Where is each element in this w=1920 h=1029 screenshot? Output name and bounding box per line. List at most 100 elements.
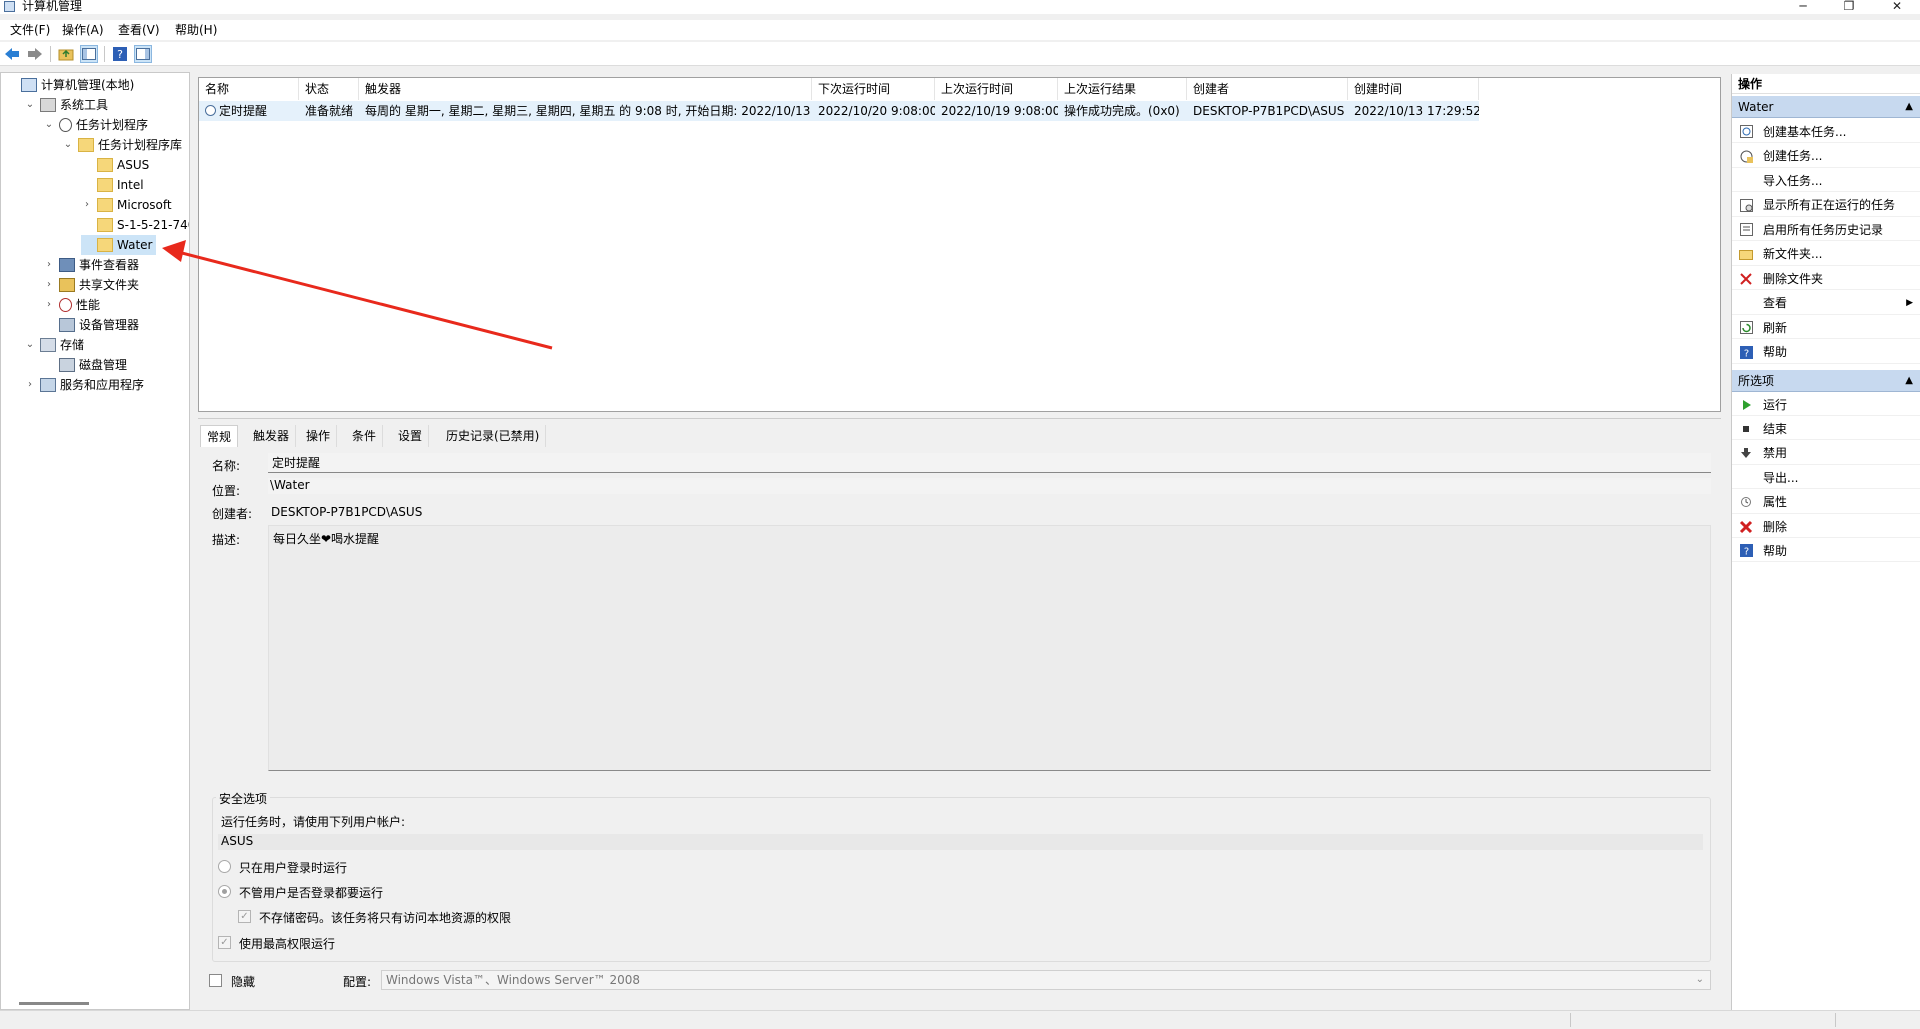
actions-section-selected[interactable]: 所选项 ▲ [1732, 370, 1920, 392]
horizontal-scrollbar[interactable] [19, 1002, 89, 1005]
expand-chevron-icon[interactable]: › [43, 275, 55, 295]
tree-item[interactable]: › 共享文件夹 [43, 275, 139, 295]
expand-chevron-icon[interactable]: › [24, 375, 36, 395]
action-item-label: 帮助 [1763, 543, 1788, 558]
tree-item[interactable]: 磁盘管理 [43, 355, 127, 375]
tree-item[interactable]: 计算机管理(本地) [5, 75, 134, 95]
action-item[interactable]: ? 帮助 [1732, 540, 1920, 563]
tree-item[interactable]: › 服务和应用程序 [24, 375, 144, 395]
tab-general[interactable]: 常规 [200, 425, 239, 447]
hidden-label: 隐藏 [231, 975, 256, 989]
tab-conditions[interactable]: 条件 [346, 425, 384, 447]
column-trigger[interactable]: 触发器 [359, 78, 812, 100]
run-logged-on-label: 只在用户登录时运行 [239, 861, 348, 875]
tree-item[interactable]: ASUS [81, 155, 149, 175]
show-hide-tree-icon[interactable] [80, 45, 98, 63]
menu-view[interactable]: 查看(V) [118, 22, 160, 38]
action-item[interactable]: 运行 [1732, 394, 1920, 416]
expand-chevron-icon[interactable]: › [43, 295, 55, 315]
tree-item[interactable]: › 性能 [43, 295, 100, 315]
radio-run-whether-logged-on[interactable] [218, 885, 231, 898]
checkbox-highest-privileges[interactable]: ✓ [218, 936, 231, 949]
actions-section-water[interactable]: Water ▲ [1732, 96, 1920, 118]
tree-item[interactable]: 设备管理器 [43, 315, 139, 335]
forward-icon[interactable] [26, 45, 44, 63]
basic-task-icon [1739, 125, 1753, 139]
action-item[interactable]: 导出... [1732, 467, 1920, 490]
expand-chevron-icon[interactable]: ⌄ [43, 115, 55, 135]
tree-item[interactable]: ⌄ 任务计划程序 [43, 115, 148, 135]
tree-item[interactable]: Intel [81, 175, 144, 195]
checkbox-hidden[interactable] [209, 974, 222, 987]
tree-item[interactable]: › Microsoft [81, 195, 172, 215]
tab-actions[interactable]: 操作 [300, 425, 338, 447]
action-item[interactable]: 结束 [1732, 418, 1920, 441]
up-folder-icon[interactable] [57, 45, 75, 63]
location-value: \Water [268, 478, 1711, 494]
config-select[interactable]: Windows Vista™、Windows Server™ 2008 ⌄ [381, 970, 1711, 990]
expand-chevron-icon[interactable]: › [43, 255, 55, 275]
storage-icon [40, 338, 56, 352]
menu-help[interactable]: 帮助(H) [175, 22, 217, 38]
maximize-button[interactable]: ❐ [1826, 0, 1872, 14]
action-item[interactable]: ? 帮助 [1732, 342, 1920, 364]
action-item[interactable]: 显示所有正在运行的任务 [1732, 195, 1920, 217]
menu-file[interactable]: 文件(F) [10, 22, 50, 38]
column-last-result[interactable]: 上次运行结果 [1058, 78, 1187, 100]
tree-item[interactable]: ⌄ 任务计划程序库 [62, 135, 182, 155]
column-next-run[interactable]: 下次运行时间 [812, 78, 935, 100]
navigation-tree: 计算机管理(本地) ⌄ 系统工具 ⌄ 任务计划程序 ⌄ 任务计划程序库 ASUS Intel › M… [0, 72, 190, 1010]
tab-triggers[interactable]: 触发器 [247, 425, 297, 447]
no-icon [1739, 471, 1753, 485]
description-field[interactable]: 每日久坐❤喝水提醒 [268, 525, 1711, 771]
expand-chevron-icon[interactable]: ⌄ [24, 335, 36, 355]
task-details: 常规 触发器 操作 条件 设置 历史记录(已禁用) 名称: 定时提醒 位置: \… [198, 418, 1721, 1001]
minimize-button[interactable]: ─ [1780, 0, 1826, 14]
action-item[interactable]: 启用所有任务历史记录 [1732, 219, 1920, 241]
action-item[interactable]: 新文件夹... [1732, 244, 1920, 266]
expand-chevron-icon[interactable]: ⌄ [24, 95, 36, 115]
close-button[interactable]: ✕ [1874, 0, 1920, 14]
tree-item[interactable]: ⌄ 系统工具 [24, 95, 108, 115]
expand-chevron-icon[interactable]: › [81, 195, 93, 215]
tree-item[interactable]: › 事件查看器 [43, 255, 139, 275]
column-created[interactable]: 创建时间 [1348, 78, 1479, 100]
collapse-icon[interactable]: ▲ [1905, 370, 1913, 392]
column-author[interactable]: 创建者 [1187, 78, 1348, 100]
run-as-user: ASUS [218, 834, 1703, 850]
action-item[interactable]: 属性 [1732, 492, 1920, 514]
column-status[interactable]: 状态 [299, 78, 359, 100]
table-row[interactable]: 定时提醒 准备就绪 每周的 星期一, 星期二, 星期三, 星期四, 星期五 的 … [199, 101, 1479, 121]
action-item[interactable]: 刷新 [1732, 317, 1920, 339]
tree-item-label: Intel [117, 178, 144, 192]
action-item[interactable]: 导入任务... [1732, 170, 1920, 192]
checkbox-no-store-password[interactable]: ✓ [238, 910, 251, 923]
tree-item[interactable]: Water [81, 235, 157, 255]
tab-history[interactable]: 历史记录(已禁用) [440, 425, 547, 447]
expand-chevron-icon[interactable]: ⌄ [62, 135, 74, 155]
column-last-run[interactable]: 上次运行时间 [935, 78, 1058, 100]
action-pane-icon[interactable] [134, 45, 152, 63]
radio-run-logged-on[interactable] [218, 860, 231, 873]
action-item[interactable]: 创建基本任务... [1732, 121, 1920, 143]
action-item[interactable]: 删除文件夹 [1732, 268, 1920, 290]
shared-folder-icon [59, 278, 75, 292]
tab-settings[interactable]: 设置 [392, 425, 430, 447]
help-icon[interactable]: ? [111, 45, 129, 63]
collapse-icon[interactable]: ▲ [1905, 96, 1913, 118]
task-created: 2022/10/13 17:29:52 [1354, 104, 1479, 118]
menu-action[interactable]: 操作(A) [62, 22, 104, 38]
action-item[interactable]: 查看 ▶ [1732, 293, 1920, 315]
task-list-header: 名称 状态 触发器 下次运行时间 上次运行时间 上次运行结果 创建者 创建时间 [199, 78, 1720, 100]
action-item[interactable]: 创建任务... [1732, 146, 1920, 168]
name-field[interactable]: 定时提醒 [268, 453, 1711, 473]
tree-item-label: 性能 [76, 298, 101, 312]
tree-item[interactable]: S-1-5-21-74088 [81, 215, 189, 235]
column-name[interactable]: 名称 [199, 78, 299, 100]
services-icon [40, 378, 56, 392]
folder-icon [97, 178, 113, 192]
back-icon[interactable] [3, 45, 21, 63]
tree-item[interactable]: ⌄ 存储 [24, 335, 84, 355]
action-item[interactable]: 禁用 [1732, 443, 1920, 465]
action-item[interactable]: 删除 [1732, 516, 1920, 538]
